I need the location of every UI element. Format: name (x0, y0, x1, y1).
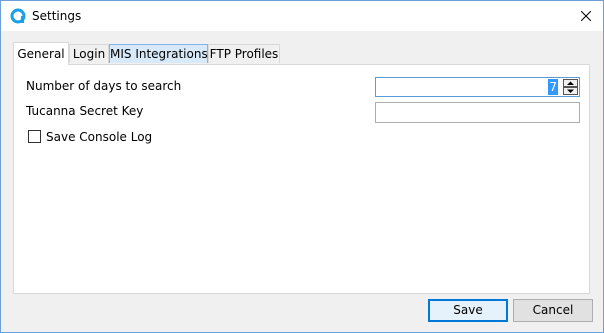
window-title: Settings (32, 9, 82, 23)
tab-general[interactable]: General (13, 42, 69, 65)
secret-key-label: Tucanna Secret Key (26, 104, 144, 118)
tucanna-logo-icon (10, 8, 26, 24)
close-icon (581, 11, 591, 21)
tab-login[interactable]: Login (69, 44, 109, 63)
spin-up-button[interactable] (563, 79, 578, 87)
settings-dialog: Settings General Login MIS Integrations … (0, 0, 604, 333)
chevron-up-icon (567, 81, 574, 85)
save-console-log-checkbox[interactable] (28, 130, 41, 143)
close-button[interactable] (573, 4, 599, 28)
save-console-log-label[interactable]: Save Console Log (46, 130, 152, 144)
days-to-search-stepper[interactable]: 7 (375, 77, 580, 97)
cancel-button[interactable]: Cancel (513, 299, 593, 322)
days-to-search-value[interactable]: 7 (548, 79, 558, 95)
secret-key-input[interactable] (375, 102, 580, 123)
tab-mis-integrations[interactable]: MIS Integrations (109, 44, 208, 63)
general-tab-panel (13, 64, 590, 294)
spin-down-button[interactable] (563, 87, 578, 95)
save-button[interactable]: Save (428, 299, 508, 322)
days-to-search-label: Number of days to search (26, 79, 182, 93)
chevron-down-icon (567, 89, 574, 93)
tab-ftp-profiles[interactable]: FTP Profiles (208, 44, 280, 63)
title-bar[interactable]: Settings (1, 1, 603, 31)
